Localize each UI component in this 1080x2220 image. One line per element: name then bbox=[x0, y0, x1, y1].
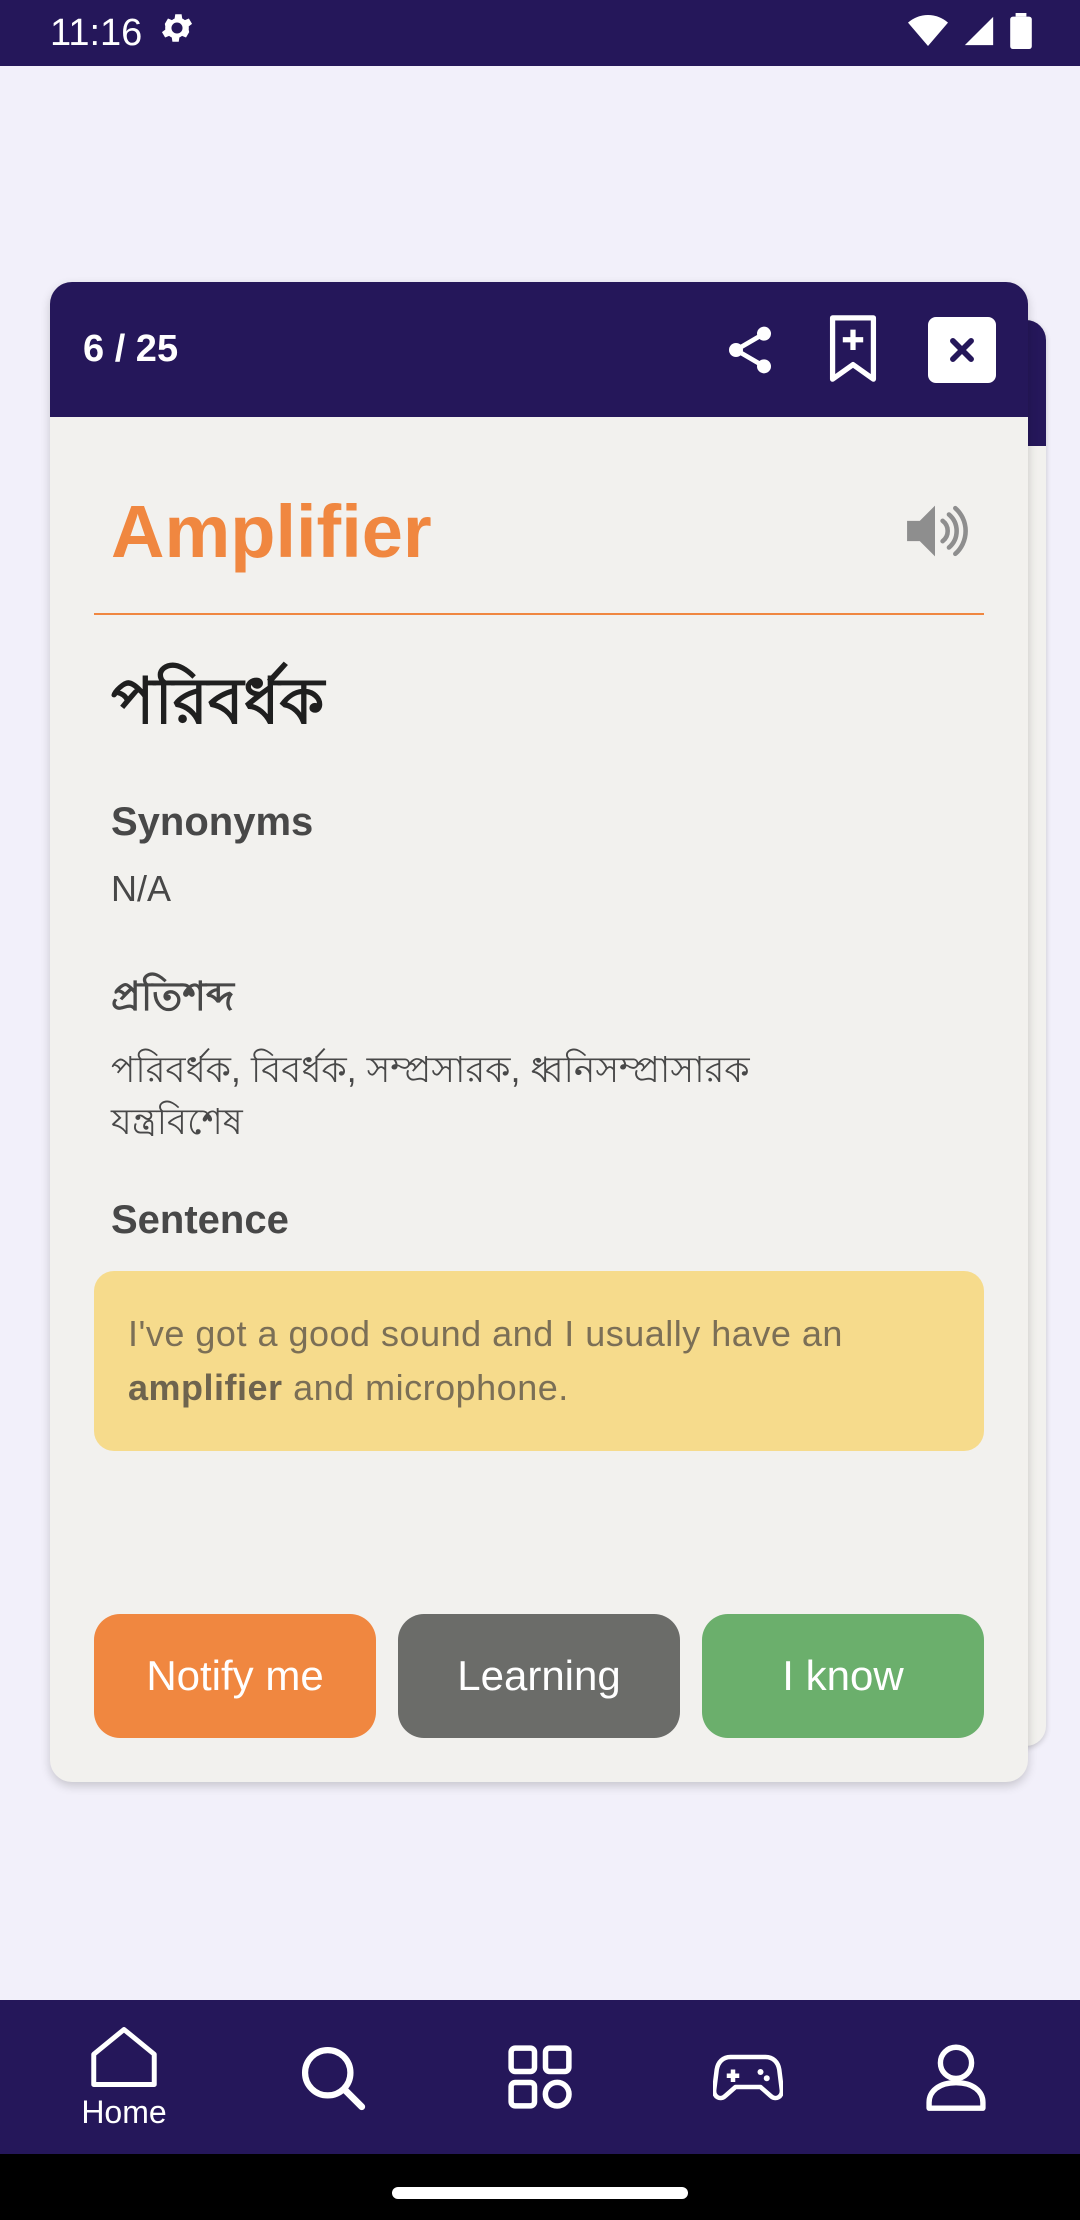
signal-icon bbox=[962, 14, 996, 53]
nav-item-search[interactable] bbox=[252, 2000, 412, 2154]
status-time: 11:16 bbox=[50, 11, 143, 54]
search-icon bbox=[301, 2046, 366, 2111]
profile-icon bbox=[926, 2044, 986, 2111]
nav-item-home[interactable]: Home bbox=[44, 2000, 204, 2154]
word-divider bbox=[94, 613, 984, 615]
card-counter: 6 / 25 bbox=[83, 328, 179, 370]
bookmark-add-icon[interactable] bbox=[826, 314, 880, 385]
card-header: 6 / 25 bbox=[50, 282, 1028, 417]
nav-item-categories[interactable] bbox=[460, 2000, 620, 2154]
pratishabda-value: পরিবর্ধক, বিবর্ধক, সম্প্রসারক, ধ্বনিসম্প… bbox=[111, 1049, 750, 1142]
status-bar: 11:16 bbox=[0, 0, 1080, 66]
word-row: Amplifier bbox=[94, 417, 984, 597]
wifi-icon bbox=[908, 14, 948, 53]
learning-button[interactable]: Learning bbox=[398, 1614, 680, 1738]
sentence-text-before: I've got a good sound and I usually have… bbox=[128, 1313, 843, 1354]
home-icon bbox=[91, 2026, 157, 2087]
nav-item-games[interactable] bbox=[668, 2000, 828, 2154]
sentence-box: I've got a good sound and I usually have… bbox=[94, 1271, 984, 1451]
card-body: Amplifier পরিবর্ধক Synonyms N/A প্রতিশব্… bbox=[50, 417, 1028, 1451]
status-right bbox=[908, 12, 1032, 54]
synonyms-title: Synonyms bbox=[111, 800, 314, 844]
synonyms-value: N/A bbox=[111, 868, 172, 909]
grid-icon bbox=[508, 2045, 572, 2109]
battery-icon bbox=[1010, 12, 1032, 54]
nav-item-profile[interactable] bbox=[876, 2000, 1036, 2154]
gesture-handle[interactable] bbox=[392, 2187, 688, 2199]
sentence-title: Sentence bbox=[111, 1198, 289, 1242]
flashcard: 6 / 25 Amplifier পরিবর্ধক Synonyms N/A প… bbox=[50, 282, 1028, 1782]
gamepad-icon bbox=[713, 2054, 783, 2101]
card-actions: Notify me Learning I know bbox=[94, 1614, 984, 1738]
notify-me-button[interactable]: Notify me bbox=[94, 1614, 376, 1738]
i-know-button[interactable]: I know bbox=[702, 1614, 984, 1738]
bottom-nav: Home bbox=[0, 2000, 1080, 2154]
speaker-icon[interactable] bbox=[902, 500, 968, 562]
word-title: Amplifier bbox=[111, 489, 432, 573]
nav-label-home: Home bbox=[81, 2093, 167, 2130]
card-header-actions bbox=[722, 314, 996, 385]
pratishabda-title: প্রতিশব্দ bbox=[111, 975, 235, 1019]
status-left: 11:16 bbox=[50, 9, 196, 57]
share-icon[interactable] bbox=[722, 322, 778, 378]
translation: পরিবর্ধক bbox=[111, 665, 325, 737]
close-button[interactable] bbox=[928, 316, 996, 383]
sentence-highlight: amplifier bbox=[128, 1367, 283, 1408]
sentence-text-after: and microphone. bbox=[293, 1367, 569, 1408]
gear-icon bbox=[158, 9, 196, 57]
close-icon bbox=[950, 337, 974, 362]
